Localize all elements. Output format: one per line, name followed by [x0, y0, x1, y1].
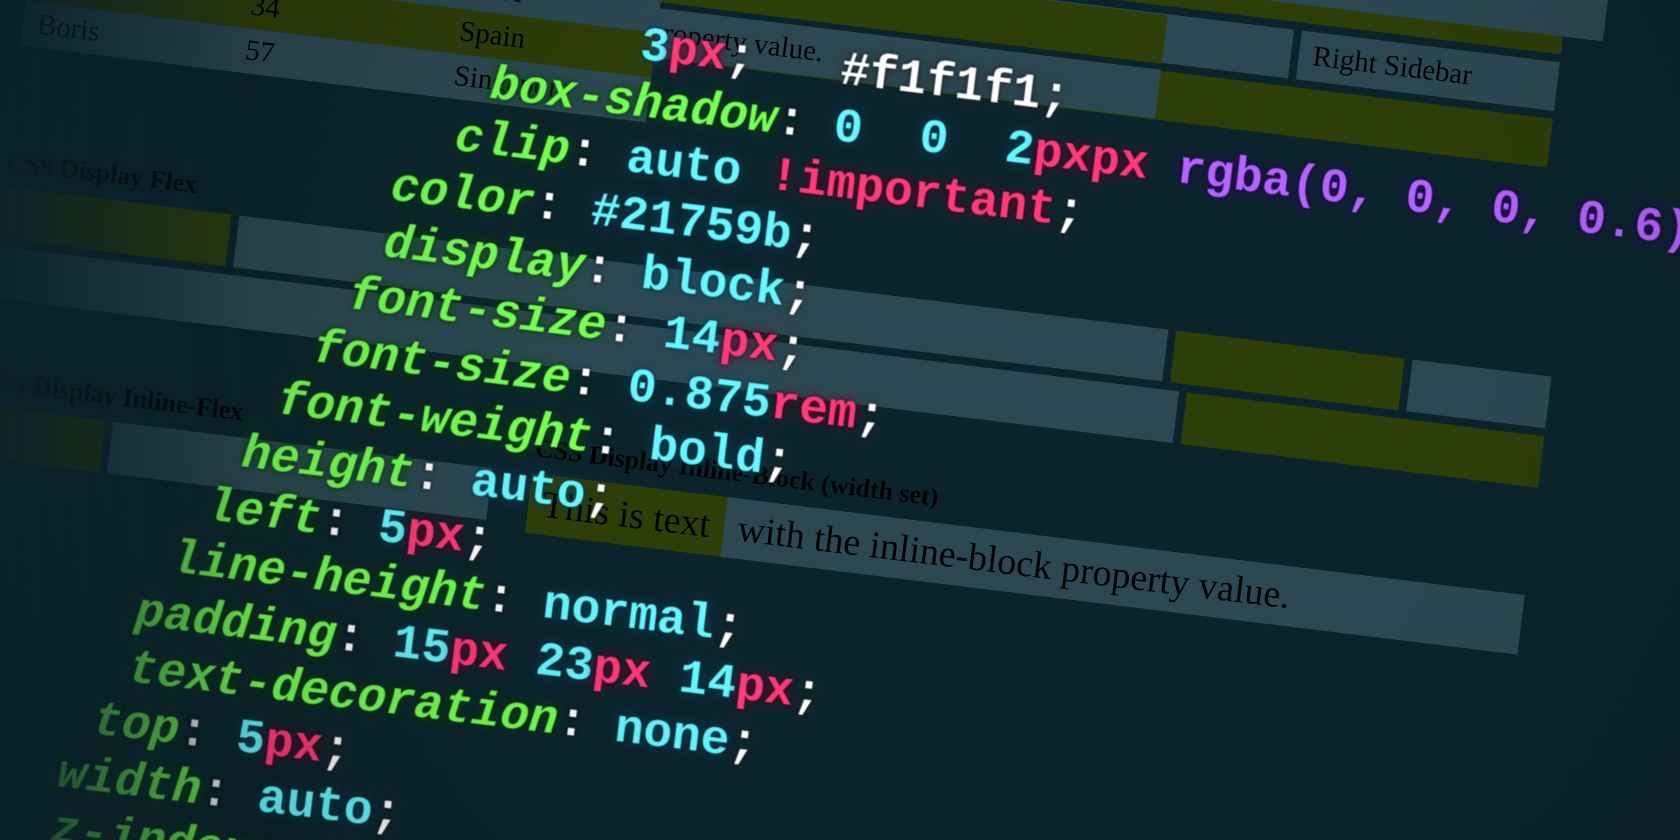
background-cards: CSS Display Grid Header Content Right Si…: [0, 0, 1680, 840]
